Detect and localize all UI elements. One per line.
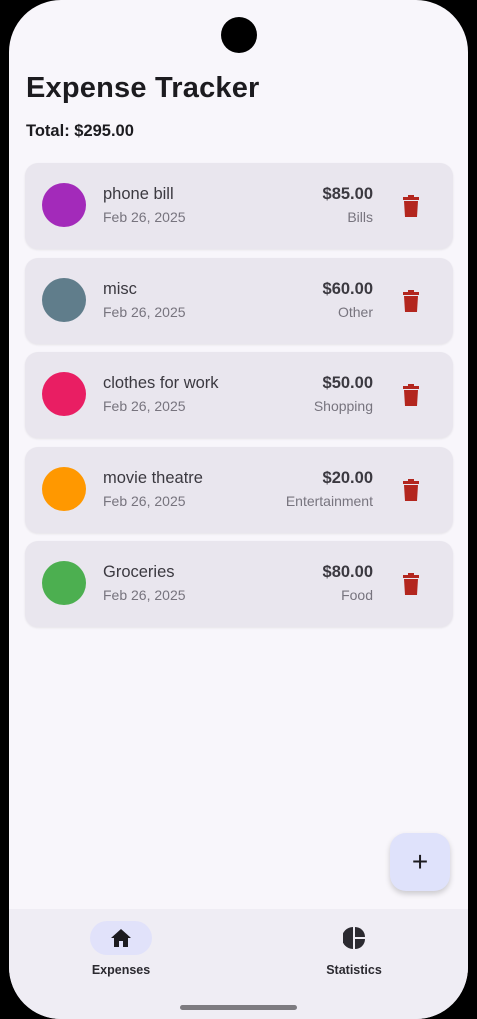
pie-chart-icon bbox=[343, 927, 365, 949]
expense-name: movie theatre bbox=[103, 468, 203, 487]
trash-icon bbox=[403, 195, 419, 217]
expense-amount: $50.00 bbox=[322, 374, 373, 392]
expense-category: Food bbox=[341, 587, 373, 603]
trash-icon bbox=[403, 573, 419, 595]
phone-screen: Expense Tracker Total: $295.00 phone bil… bbox=[9, 0, 468, 1019]
category-color-dot bbox=[42, 561, 86, 605]
nav-item-expenses[interactable]: Expenses bbox=[61, 921, 181, 991]
expense-date: Feb 26, 2025 bbox=[103, 398, 186, 414]
expense-card[interactable]: phone bill Feb 26, 2025 $85.00 Bills bbox=[25, 163, 453, 249]
nav-icon-container bbox=[323, 921, 385, 955]
expense-card[interactable]: movie theatre Feb 26, 2025 $20.00 Entert… bbox=[25, 446, 453, 533]
add-expense-button[interactable]: + bbox=[390, 833, 450, 891]
page-title: Expense Tracker bbox=[26, 72, 260, 104]
trash-icon bbox=[403, 478, 419, 501]
delete-button[interactable] bbox=[399, 193, 423, 219]
trash-icon bbox=[403, 289, 419, 312]
expense-name: phone bill bbox=[103, 185, 174, 203]
trash-icon bbox=[403, 384, 419, 406]
total-amount: Total: $295.00 bbox=[26, 122, 134, 140]
bottom-navigation: Expenses Statistics bbox=[9, 909, 468, 1019]
expense-card[interactable]: clothes for work Feb 26, 2025 $50.00 Sho… bbox=[25, 352, 453, 438]
expense-date: Feb 26, 2025 bbox=[103, 587, 186, 603]
expense-amount: $20.00 bbox=[322, 468, 373, 487]
delete-button[interactable] bbox=[399, 382, 423, 408]
expense-date: Feb 26, 2025 bbox=[103, 303, 186, 320]
nav-item-statistics[interactable]: Statistics bbox=[294, 921, 414, 991]
nav-label-expenses: Expenses bbox=[91, 963, 151, 977]
delete-button[interactable] bbox=[399, 477, 423, 503]
expense-amount: $60.00 bbox=[322, 279, 373, 298]
camera-cutout bbox=[221, 17, 257, 53]
expense-category: Other bbox=[337, 303, 373, 320]
category-color-dot bbox=[42, 183, 86, 227]
expense-list: phone bill Feb 26, 2025 $85.00 Bills mis… bbox=[25, 163, 453, 636]
home-icon bbox=[111, 929, 131, 947]
expense-card[interactable]: Groceries Feb 26, 2025 $80.00 Food bbox=[25, 541, 453, 627]
expense-amount: $80.00 bbox=[322, 563, 373, 581]
expense-category: Bills bbox=[347, 209, 373, 225]
delete-button[interactable] bbox=[399, 288, 423, 314]
expense-category: Shopping bbox=[313, 398, 373, 414]
category-color-dot bbox=[42, 466, 86, 511]
expense-date: Feb 26, 2025 bbox=[103, 492, 186, 509]
expense-name: clothes for work bbox=[103, 374, 219, 392]
expense-category: Entertainment bbox=[285, 492, 373, 509]
expense-name: Groceries bbox=[103, 563, 175, 581]
expense-date: Feb 26, 2025 bbox=[103, 209, 186, 225]
gesture-handle[interactable] bbox=[180, 1005, 297, 1010]
delete-button[interactable] bbox=[399, 571, 423, 597]
nav-active-indicator bbox=[90, 921, 152, 955]
expense-name: misc bbox=[103, 279, 137, 298]
expense-card[interactable]: misc Feb 26, 2025 $60.00 Other bbox=[25, 257, 453, 344]
nav-label-statistics: Statistics bbox=[326, 963, 382, 977]
plus-icon: + bbox=[411, 846, 429, 877]
expense-amount: $85.00 bbox=[322, 185, 373, 203]
category-color-dot bbox=[42, 372, 86, 416]
category-color-dot bbox=[42, 277, 86, 322]
